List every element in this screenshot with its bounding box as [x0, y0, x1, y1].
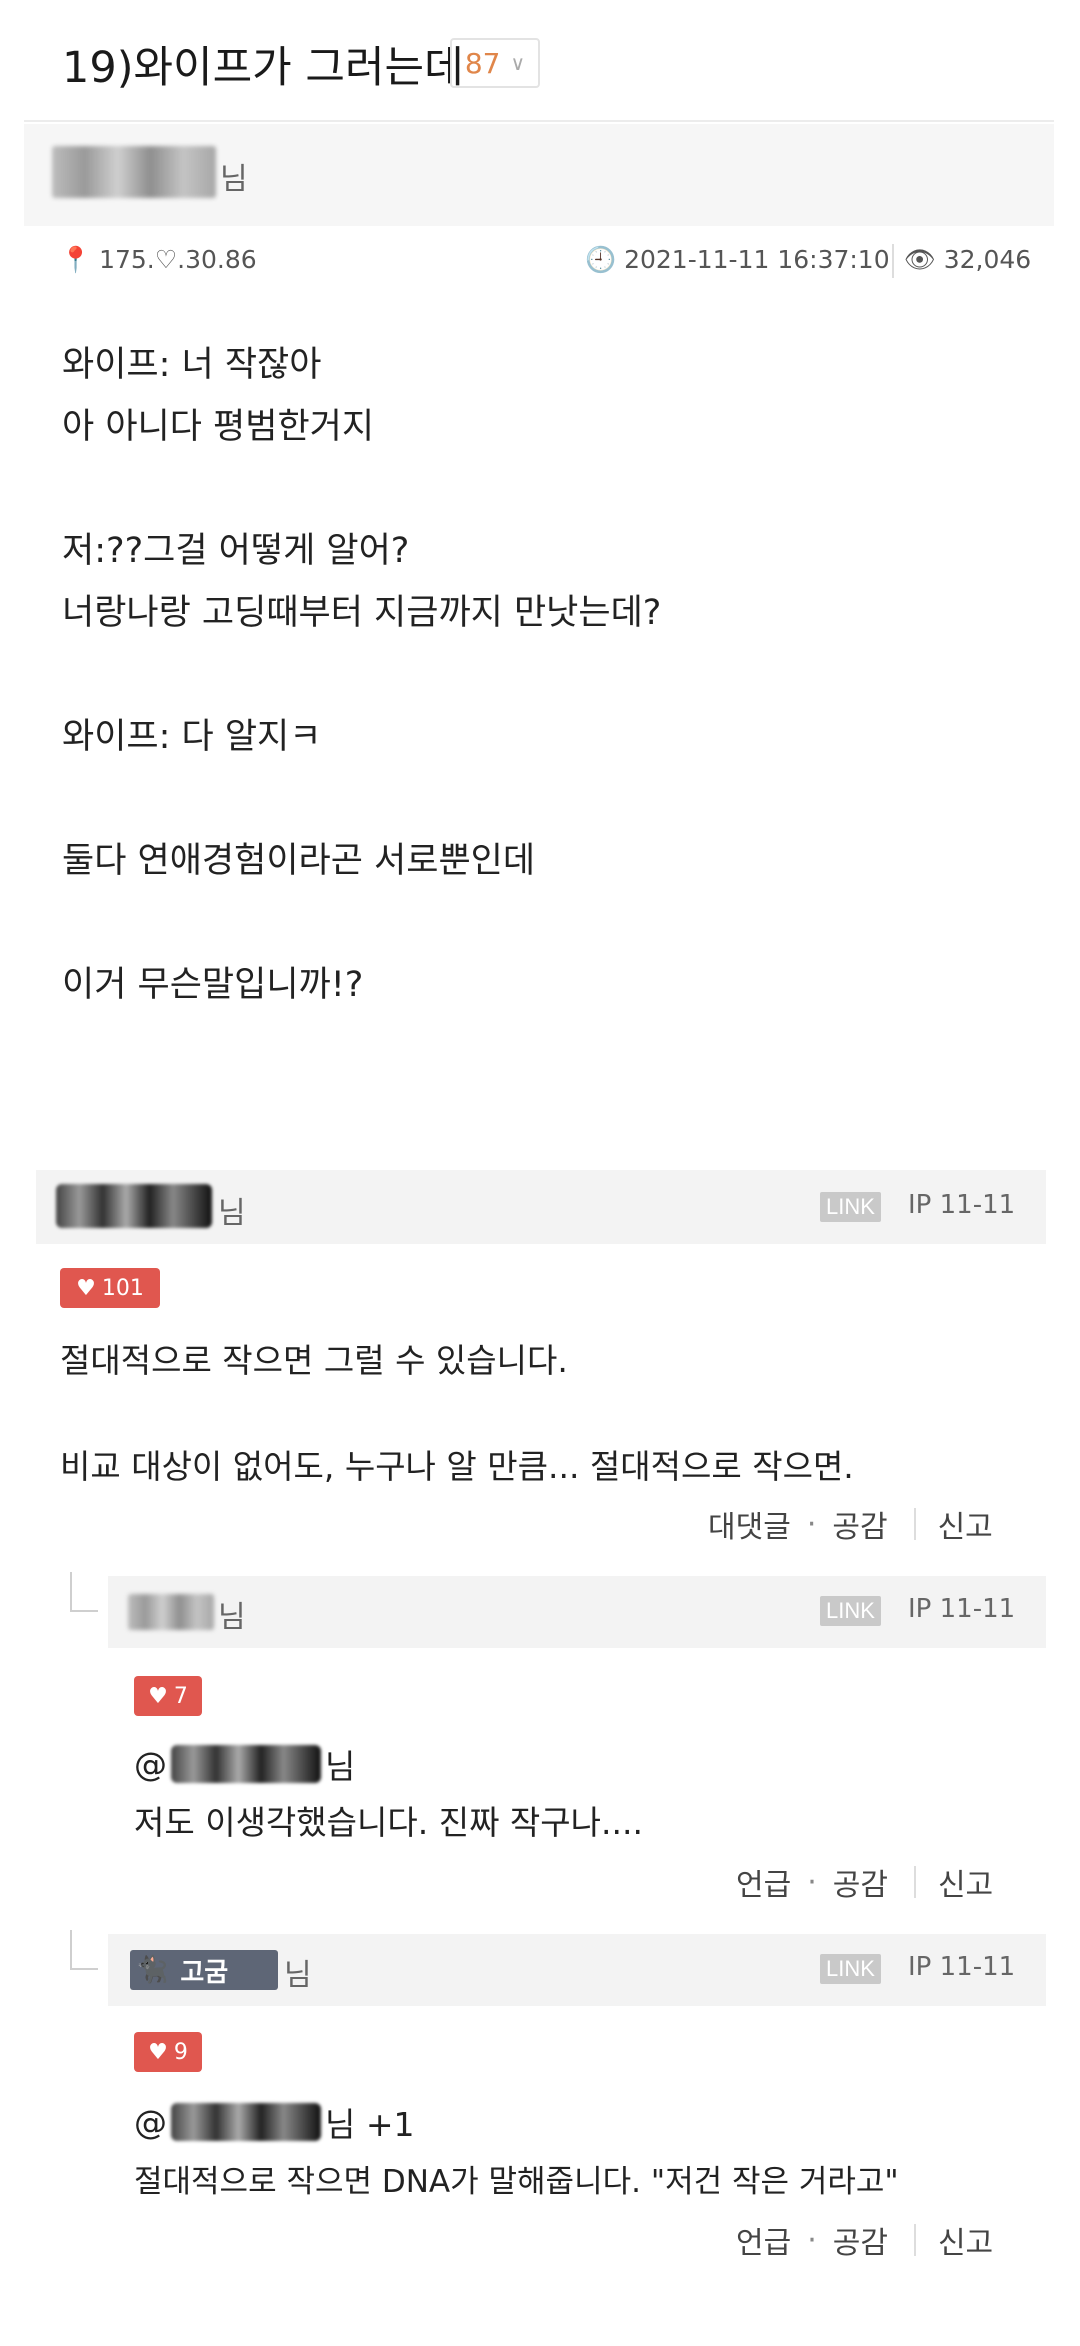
like-count: 101	[101, 1275, 144, 1301]
divider	[892, 244, 894, 278]
report-button[interactable]: 신고	[938, 2218, 993, 2262]
author-suffix: 님	[220, 162, 248, 197]
like-count: 7	[173, 1683, 188, 1709]
chevron-down-icon: ∨	[510, 51, 526, 75]
post-line: 너랑나랑 고딩때부터 지금까지 만낫는데?	[62, 593, 662, 633]
comment-text: 비교 대상이 없어도, 누구나 알 만큼... 절대적으로 작으면.	[60, 1447, 854, 1486]
comment-text: 저도 이생각했습니다. 진짜 작구나....	[134, 1803, 643, 1842]
mention[interactable]: @ 님 +1	[134, 2098, 415, 2146]
separator-dot: ·	[807, 2222, 817, 2258]
divider	[913, 1508, 916, 1540]
views-info: 👁 32,046	[904, 245, 1031, 275]
post-line	[62, 892, 661, 954]
empathy-button[interactable]: 공감	[833, 2218, 888, 2262]
datetime-info: 🕘 2021-11-11 16:37:10	[585, 245, 890, 275]
ip-info: 📍 175.♡.30.86	[60, 245, 257, 275]
commenter-nickname-badge[interactable]: 🐈‍⬛ 고굼	[130, 1950, 278, 1990]
commenter-suffix: 님	[218, 1600, 246, 1635]
mentioned-user-blurred	[171, 2103, 321, 2141]
location-pin-icon: 📍	[60, 245, 92, 274]
commenter-suffix: 님	[218, 1196, 246, 1231]
like-count-badge: ♥ 7	[134, 1676, 202, 1716]
like-count-badge: ♥ 9	[134, 2032, 202, 2072]
cat-icon: 🐈‍⬛	[136, 1955, 169, 1985]
link-badge[interactable]: LINK	[820, 1192, 881, 1222]
mention-suffix: 님 +1	[325, 2105, 415, 2144]
heart-icon: ♥	[76, 1275, 96, 1301]
mention[interactable]: @ 님	[134, 1740, 355, 1788]
post-line: 와이프: 너 작잖아	[62, 345, 322, 385]
post-line	[62, 458, 661, 520]
commenter-name: 고굼	[180, 1957, 229, 1988]
link-badge[interactable]: LINK	[820, 1954, 881, 1984]
divider	[913, 2224, 916, 2256]
empathy-button[interactable]: 공감	[832, 1502, 887, 1546]
comment-actions: 언급 · 공감 신고	[736, 2218, 993, 2262]
post-line: 아 아니다 평범한거지	[62, 407, 375, 447]
comment-text: 절대적으로 작으면 그럴 수 있습니다.	[60, 1341, 568, 1380]
post-line	[62, 644, 661, 706]
mentioned-user-blurred	[171, 1745, 321, 1783]
post-line: 이거 무슨말입니까!?	[62, 965, 364, 1005]
post-datetime: 2021-11-11 16:37:10	[624, 245, 890, 274]
comment-ip-date: IP 11-11	[908, 1594, 1016, 1624]
divider	[24, 120, 1054, 122]
mention-at: @	[134, 2102, 167, 2142]
comment-count-dropdown[interactable]: 87 ∨	[450, 38, 540, 88]
reply-indicator	[70, 1572, 98, 1612]
mention-button[interactable]: 언급	[736, 1860, 791, 1904]
commenter-suffix: 님	[284, 1958, 312, 1993]
comment-header	[108, 1576, 1046, 1648]
mention-button[interactable]: 언급	[736, 2218, 791, 2262]
comment-text: 절대적으로 작으면 DNA가 말해줍니다. "저건 작은 거라고"	[134, 2164, 899, 2200]
like-count: 9	[173, 2039, 188, 2065]
reply-button[interactable]: 대댓글	[708, 1502, 791, 1546]
commenter-avatar-blurred	[128, 1594, 214, 1630]
mention-suffix: 님	[325, 1747, 356, 1786]
view-count: 32,046	[943, 245, 1032, 274]
comment-actions: 대댓글 · 공감 신고	[708, 1502, 993, 1546]
post-body: 와이프: 너 작잖아 아 아니다 평범한거지 저:??그걸 어떻게 알어? 너랑…	[62, 334, 661, 1016]
link-badge[interactable]: LINK	[820, 1596, 881, 1626]
like-count-badge: ♥ 101	[60, 1268, 160, 1308]
post-line: 와이프: 다 알지ㅋ	[62, 717, 322, 757]
separator-dot: ·	[806, 1506, 817, 1542]
heart-icon: ♥	[148, 2039, 168, 2065]
commenter-avatar-blurred	[56, 1184, 212, 1228]
reply-indicator	[70, 1930, 98, 1970]
divider	[913, 1866, 916, 1898]
post-line	[62, 768, 661, 830]
empathy-button[interactable]: 공감	[833, 1860, 888, 1904]
post-line: 둘다 연애경험이라곤 서로뿐인데	[62, 841, 536, 881]
post-line: 저:??그걸 어떻게 알어?	[62, 531, 410, 571]
clock-icon: 🕘	[585, 245, 617, 274]
post-title: 19)와이프가 그러는데	[62, 43, 464, 93]
comment-ip-date: IP 11-11	[908, 1952, 1016, 1982]
report-button[interactable]: 신고	[938, 1860, 993, 1904]
comment-ip-date: IP 11-11	[908, 1190, 1016, 1220]
comment-count: 87	[464, 46, 501, 80]
mention-at: @	[134, 1744, 167, 1784]
eye-icon: 👁	[904, 245, 936, 274]
author-avatar-blurred	[52, 146, 216, 198]
comment-actions: 언급 · 공감 신고	[736, 1860, 993, 1904]
heart-icon: ♥	[148, 1683, 168, 1709]
author-ip: 175.♡.30.86	[99, 245, 257, 274]
report-button[interactable]: 신고	[938, 1502, 993, 1546]
separator-dot: ·	[807, 1864, 817, 1900]
